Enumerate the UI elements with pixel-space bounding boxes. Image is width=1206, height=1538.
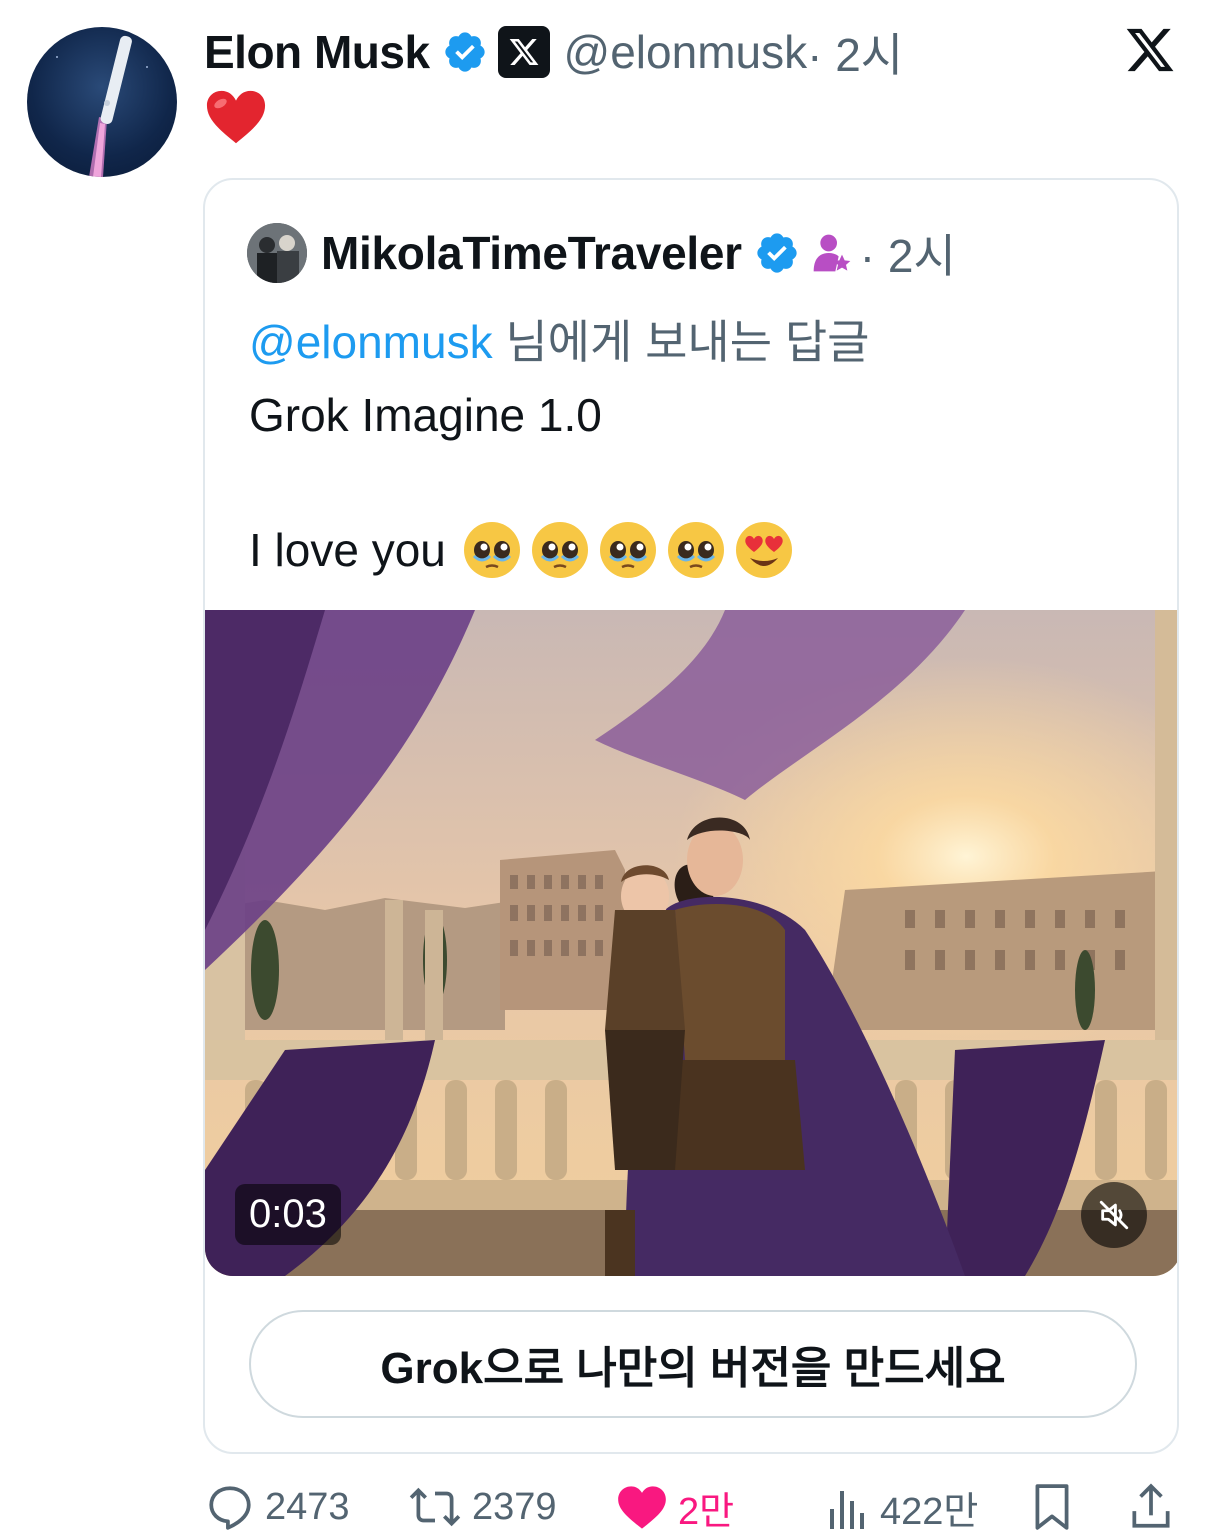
author-name[interactable]: Elon Musk	[204, 25, 430, 79]
reply-count: 2473	[265, 1485, 350, 1528]
pleading-face-emoji	[599, 522, 656, 578]
speaker-muted-icon	[1099, 1200, 1129, 1230]
like-action[interactable]: 2만	[616, 1476, 734, 1538]
views-bar-chart-icon	[830, 1491, 864, 1529]
repost-action[interactable]: 2379	[408, 1476, 557, 1538]
author-avatar[interactable]	[27, 27, 177, 177]
video-duration: 0:03	[235, 1184, 341, 1245]
quoted-author-name[interactable]: MikolaTimeTraveler	[321, 226, 742, 280]
video-thumbnail	[205, 610, 1177, 1276]
quoted-post-card[interactable]: MikolaTimeTraveler · 2시 @elonmusk 님에게 보내…	[203, 178, 1179, 1454]
mute-toggle-button[interactable]	[1081, 1182, 1147, 1248]
views-count: 422만	[880, 1490, 979, 1533]
bookmark-action[interactable]	[1030, 1476, 1074, 1538]
views-action[interactable]: 422만	[826, 1476, 978, 1538]
heart-filled-icon	[618, 1486, 666, 1529]
quoted-author-avatar[interactable]	[247, 223, 307, 283]
quoted-post-time[interactable]: · 2시	[860, 220, 956, 286]
quoted-text-line1: Grok Imagine 1.0	[249, 389, 602, 441]
video-player[interactable]: 0:03	[205, 610, 1177, 1276]
quoted-text-line2: I love you	[249, 520, 794, 580]
pleading-face-emoji	[531, 522, 588, 578]
quoted-post-header: MikolaTimeTraveler · 2시	[247, 220, 956, 286]
replying-to: @elonmusk 님에게 보내는 답글	[249, 306, 869, 372]
subscriber-person-star-icon[interactable]	[812, 231, 852, 275]
reply-action[interactable]: 2473	[205, 1476, 350, 1538]
share-action[interactable]	[1128, 1476, 1174, 1538]
verified-badge-icon[interactable]	[442, 29, 488, 75]
heart-eyes-emoji	[735, 522, 792, 578]
x-affiliate-badge-icon[interactable]	[497, 26, 550, 78]
share-upload-icon	[1132, 1483, 1170, 1528]
grok-remix-button[interactable]: Grok으로 나만의 버전을 만드세요	[249, 1310, 1137, 1418]
post-actions-bar: 2473 2379 2만 422만	[0, 1476, 1206, 1538]
reply-bubble-icon	[209, 1486, 251, 1530]
pleading-face-emoji	[463, 522, 520, 578]
bookmark-icon	[1035, 1484, 1069, 1530]
x-logo-icon	[1126, 28, 1174, 72]
post-time[interactable]: · 2시	[807, 19, 903, 85]
red-heart-emoji	[206, 90, 266, 144]
repost-arrows-icon	[409, 1487, 461, 1527]
verified-badge-icon[interactable]	[754, 230, 800, 276]
reply-suffix: 님에게 보내는 답글	[492, 316, 870, 368]
pleading-face-emoji	[667, 522, 724, 578]
repost-count: 2379	[472, 1485, 557, 1528]
like-count: 2만	[678, 1490, 735, 1533]
author-handle[interactable]: @elonmusk	[564, 25, 808, 79]
post-header: Elon Musk @elonmusk · 2시	[204, 24, 903, 81]
quoted-text-love: I love you	[249, 524, 446, 576]
reply-mention-link[interactable]: @elonmusk	[249, 316, 493, 368]
